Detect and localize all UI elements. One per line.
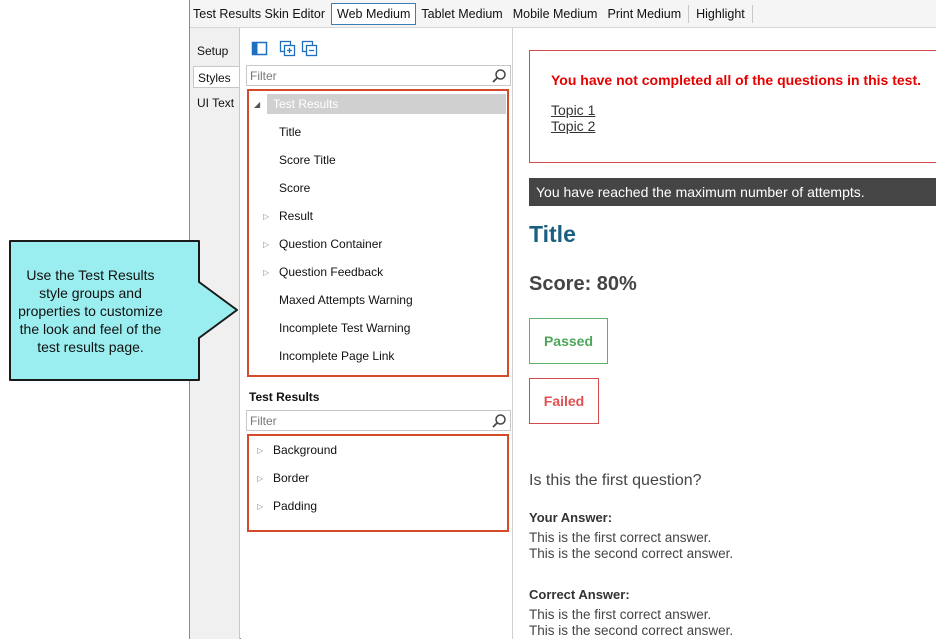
tab-tablet-medium[interactable]: Tablet Medium xyxy=(416,3,507,25)
tree-item-label: Test Results xyxy=(273,97,339,111)
expand-triangle-icon[interactable]: ▷ xyxy=(263,240,269,249)
tree-item-score-title[interactable]: Score Title xyxy=(279,150,336,170)
tree-item-question-container[interactable]: Question Container xyxy=(279,234,382,254)
property-item-border[interactable]: Border xyxy=(273,468,309,488)
maxed-attempts-warning: You have reached the maximum number of a… xyxy=(529,178,936,206)
properties-heading: Test Results xyxy=(249,390,320,404)
your-answer-line: This is the second correct answer. xyxy=(529,546,734,561)
panel-toggle-icon[interactable] xyxy=(251,40,268,57)
tab-mobile-medium[interactable]: Mobile Medium xyxy=(508,3,603,25)
tree-item-maxed-attempts-warning[interactable]: Maxed Attempts Warning xyxy=(279,290,413,310)
style-tree: Test Results ◢ Title Score Title Score ▷… xyxy=(247,89,509,377)
search-icon xyxy=(492,69,506,83)
style-filter-placeholder: Filter xyxy=(250,69,277,83)
callout-text: Use the Test Results style groups and pr… xyxy=(18,267,163,355)
tree-item-test-results[interactable]: Test Results xyxy=(267,94,506,114)
search-icon xyxy=(492,414,506,428)
tab-web-medium[interactable]: Web Medium xyxy=(331,2,417,25)
add-style-icon[interactable] xyxy=(279,40,296,57)
property-item-background[interactable]: Background xyxy=(273,440,337,460)
expand-triangle-icon[interactable]: ▷ xyxy=(257,474,263,483)
results-title: Title xyxy=(529,221,576,247)
expand-triangle-icon[interactable]: ▷ xyxy=(257,446,263,455)
tab-print-medium[interactable]: Print Medium xyxy=(602,3,686,25)
property-item-padding[interactable]: Padding xyxy=(273,496,317,516)
copy-style-icon[interactable] xyxy=(301,40,318,57)
failed-badge: Failed xyxy=(529,378,599,424)
style-filter-input[interactable]: Filter xyxy=(246,65,511,86)
tree-item-incomplete-test-warning[interactable]: Incomplete Test Warning xyxy=(279,318,410,338)
results-score: Score: 80% xyxy=(529,273,637,295)
tree-item-result[interactable]: Result xyxy=(279,206,313,226)
passed-badge: Passed xyxy=(529,318,608,364)
your-answer-line: This is the first correct answer. xyxy=(529,530,712,545)
toolbar-separator xyxy=(688,4,690,23)
editor-toolbar: Test Results Skin Editor Web Medium Tabl… xyxy=(190,0,936,28)
property-filter-placeholder: Filter xyxy=(250,414,277,428)
topic-link-2[interactable]: Topic 2 xyxy=(551,118,595,134)
incomplete-message: You have not completed all of the questi… xyxy=(551,72,922,88)
tab-highlight[interactable]: Highlight xyxy=(691,3,750,25)
expand-triangle-icon[interactable]: ▷ xyxy=(257,502,263,511)
toolbar-separator xyxy=(751,4,753,23)
tree-item-title[interactable]: Title xyxy=(279,122,301,142)
preview-pane: You have not completed all of the questi… xyxy=(513,28,936,639)
styles-panel: Filter Test Results ◢ Title Score Title … xyxy=(241,28,513,639)
collapse-triangle-icon[interactable]: ◢ xyxy=(254,100,260,109)
property-filter-input[interactable]: Filter xyxy=(246,410,511,431)
incomplete-test-warning: You have not completed all of the questi… xyxy=(529,50,936,163)
question-text: Is this the first question? xyxy=(529,472,702,489)
skin-editor-window: Test Results Skin Editor Web Medium Tabl… xyxy=(189,0,936,639)
tree-item-incomplete-page-link[interactable]: Incomplete Page Link xyxy=(279,346,394,366)
expand-triangle-icon[interactable]: ▷ xyxy=(263,268,269,277)
tree-item-score[interactable]: Score xyxy=(279,178,310,198)
property-tree: ▷ Background ▷ Border ▷ Padding xyxy=(247,434,509,532)
tree-item-question-feedback[interactable]: Question Feedback xyxy=(279,262,383,282)
your-answer-label: Your Answer: xyxy=(529,510,613,525)
topic-link-1[interactable]: Topic 1 xyxy=(551,102,595,118)
expand-triangle-icon[interactable]: ▷ xyxy=(263,212,269,221)
correct-answer-line: This is the second correct answer. xyxy=(529,623,734,638)
correct-answer-label: Correct Answer: xyxy=(529,587,630,602)
correct-answer-line: This is the first correct answer. xyxy=(529,607,712,622)
